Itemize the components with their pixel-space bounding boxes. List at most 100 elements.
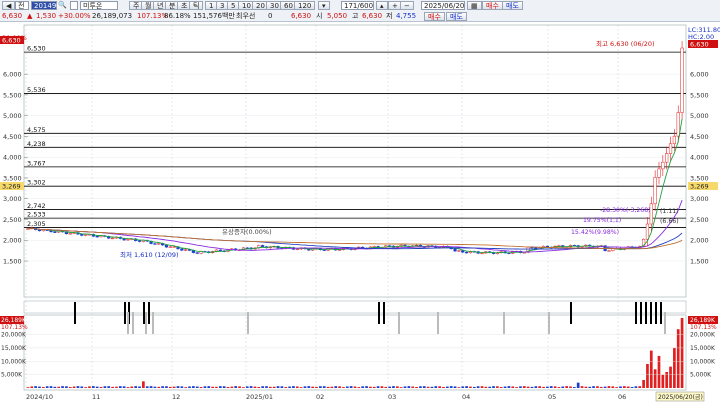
volume-bar bbox=[461, 386, 465, 388]
volume-bar bbox=[392, 386, 395, 388]
signal-bar-gray bbox=[437, 312, 439, 334]
signal-bar-black bbox=[383, 302, 385, 324]
calendar-icon[interactable]: ▦ bbox=[467, 1, 482, 10]
volume-bar bbox=[676, 329, 680, 388]
volume-axis-label: 20,000K bbox=[1, 332, 27, 339]
price-axis-label: 6,000 bbox=[3, 71, 22, 79]
volume-bar bbox=[665, 371, 669, 388]
candle-body bbox=[84, 234, 88, 236]
candle-body bbox=[668, 143, 673, 154]
signal-bar-gray bbox=[132, 312, 134, 334]
quick-sell-button[interactable]: 매도 bbox=[446, 12, 467, 21]
volume-bar bbox=[76, 386, 80, 388]
candle-body bbox=[657, 168, 661, 178]
volume-axis-label: 10,000K bbox=[1, 358, 27, 365]
volume-bar bbox=[422, 386, 426, 388]
volume-bar bbox=[142, 381, 145, 388]
volume-bar bbox=[599, 386, 603, 388]
volume-bar bbox=[80, 386, 84, 388]
volume-bar bbox=[434, 386, 438, 388]
volume-bar bbox=[507, 386, 511, 388]
volume-bar bbox=[245, 386, 249, 388]
volume-bar bbox=[288, 386, 291, 388]
volume-bar bbox=[242, 387, 245, 388]
candle-body bbox=[453, 248, 457, 252]
left-current-price: 6,630 bbox=[2, 37, 21, 45]
volume-bar bbox=[299, 387, 303, 388]
price-axis-label: 1,500 bbox=[3, 258, 22, 266]
volume-bar bbox=[84, 387, 87, 388]
support-level-label: 4,238 bbox=[27, 140, 46, 148]
volume-bar bbox=[295, 386, 299, 388]
minute-120-button[interactable]: 120 bbox=[294, 1, 316, 10]
high-label: 고 bbox=[352, 12, 359, 20]
sell-button[interactable]: 매도 bbox=[502, 1, 523, 10]
search-icon[interactable]: 🔍 bbox=[58, 1, 67, 9]
volume-bar bbox=[357, 387, 361, 388]
zoom-out-button[interactable]: − bbox=[400, 1, 414, 10]
volume-bar bbox=[361, 386, 365, 388]
volume-bar bbox=[446, 386, 449, 388]
volume-bar bbox=[218, 386, 222, 388]
last-date-tag: 2025/06/20(금) bbox=[658, 394, 703, 401]
support-level-label: 4,575 bbox=[27, 126, 46, 134]
vol-right-pct: 107.13% bbox=[690, 324, 717, 331]
signal-bar-black bbox=[124, 302, 126, 324]
volume-bar bbox=[211, 386, 214, 388]
volume-bar bbox=[442, 386, 445, 388]
volume-bar bbox=[115, 386, 118, 388]
volume-bar bbox=[88, 386, 91, 388]
volume-bar bbox=[511, 386, 515, 388]
best-bid-label: 최우선 bbox=[236, 12, 256, 20]
volume-bar bbox=[149, 386, 153, 388]
volume-bar bbox=[669, 366, 672, 388]
bar-count-field[interactable]: 171/600 bbox=[341, 1, 374, 10]
quick-buy-button[interactable]: 매수 bbox=[424, 12, 445, 21]
volume-bar bbox=[499, 387, 503, 388]
volume-bar bbox=[638, 386, 642, 388]
volume-bar bbox=[292, 386, 295, 388]
stock-code-input[interactable]: 201490 bbox=[31, 1, 61, 10]
stock-name-field[interactable]: 미투온 bbox=[80, 1, 118, 10]
candle-body bbox=[461, 250, 465, 253]
volume-bar bbox=[657, 355, 661, 388]
volume-bar bbox=[192, 386, 195, 388]
volume-bar bbox=[476, 386, 480, 388]
period-tick-button[interactable]: 틱 bbox=[189, 1, 204, 10]
volume-bar bbox=[180, 386, 184, 388]
volume-bar bbox=[673, 347, 676, 388]
candle-body bbox=[184, 249, 188, 251]
volume-bar bbox=[634, 386, 638, 388]
volume-bar bbox=[134, 386, 138, 388]
volume-bar bbox=[176, 386, 180, 388]
back-arrow-button[interactable]: ◀ bbox=[2, 1, 16, 10]
date-field[interactable]: 2025/06/20 bbox=[421, 1, 465, 10]
volume-bar bbox=[319, 386, 322, 388]
bar-count-spin-button[interactable]: ▴ bbox=[376, 1, 388, 10]
candle-body bbox=[110, 237, 115, 240]
market-mode-select[interactable]: 전 bbox=[15, 1, 29, 10]
volume-bar bbox=[380, 386, 384, 388]
volume: 26,189,073 bbox=[92, 12, 133, 20]
volume-bar bbox=[199, 387, 203, 388]
event-annotation: 유상증자(0.00%) bbox=[222, 227, 272, 236]
price-axis-label-right: 4,000 bbox=[690, 154, 709, 162]
signal-bar-gray bbox=[145, 312, 147, 334]
price-axis-label: 5,500 bbox=[3, 91, 22, 99]
candle-body bbox=[665, 153, 669, 163]
price-axis-label: 4,000 bbox=[3, 154, 22, 162]
signal-bar-black bbox=[640, 302, 642, 324]
volume-bar bbox=[99, 386, 103, 388]
candle-body bbox=[37, 229, 42, 232]
volume-bar bbox=[438, 386, 442, 388]
buy-button[interactable]: 매수 bbox=[482, 1, 503, 10]
price-chart[interactable]: 6,530 5,536 4,575 4,238 3,767 3,302 2,7422,533… bbox=[0, 22, 720, 404]
bar-count-down-button[interactable]: ▾ bbox=[318, 1, 330, 10]
volume-bar bbox=[72, 386, 76, 388]
chart-area[interactable]: 6,530 5,536 4,575 4,238 3,767 3,302 2,742 2,533… bbox=[0, 22, 720, 404]
volume-bar bbox=[68, 387, 72, 388]
amount: 151,576백만 bbox=[193, 12, 235, 20]
volume-bar bbox=[265, 386, 268, 388]
price-axis-label-right: 5,000 bbox=[690, 112, 709, 120]
volume-bar bbox=[315, 386, 318, 388]
